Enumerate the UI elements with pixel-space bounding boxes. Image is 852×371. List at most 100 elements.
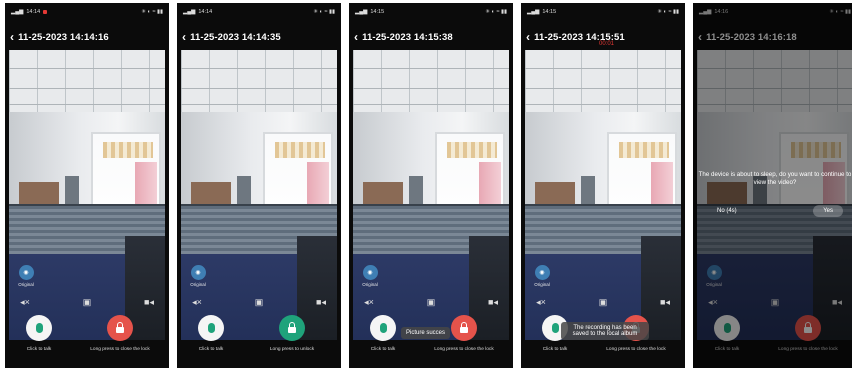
signal-icon: ▂▄▆ [355,9,368,15]
talk-button[interactable] [370,315,396,341]
quality-icon: ◉ [362,265,378,280]
ceiling [525,50,681,112]
lock-label: Long press to unlock [269,347,315,352]
lock-control[interactable]: Long press to close the lock [75,315,165,352]
lock-label: Long press to close the lock [606,347,666,352]
record-video-icon[interactable]: ■◂ [311,297,331,308]
shelf [535,182,575,204]
quality-icon: ◉ [18,265,34,280]
back-chevron-icon[interactable]: ‹ [182,31,186,43]
lock-control[interactable]: Long press to unlock [247,315,337,352]
quality-icon: ◉ [534,265,550,280]
status-icons: ✳ ◐ ≈ ▮▮ [141,9,163,15]
lock-label: Long press to close the lock [90,347,150,352]
curtain [651,162,673,207]
video-timestamp: 11-25-2023 14:14:16 [18,31,109,43]
cabinet [237,176,251,206]
lock-icon [460,321,468,333]
recording-saved-toast: The recording has been saved to the loca… [561,322,649,340]
dialog-buttons: No (4s) Yes [707,205,843,217]
cabinet [65,176,79,206]
phone-screen-1: ▂▄▆ 14:14 ✳ ◐ ≈ ▮▮ ‹ 11-25-2023 14:14:16 [5,3,169,368]
talk-control[interactable]: Click to talk [5,315,84,352]
original-label: Original [362,282,378,287]
status-icons: ✳ ◐ ≈ ▮▮ [657,9,679,15]
mute-icon[interactable]: ◂× [187,297,207,308]
signal-icon: ▂▄▆ [527,9,540,15]
lock-button[interactable] [451,315,477,341]
header: ‹ 11-25-2023 14:14:16 [5,25,169,49]
shelf [19,182,59,204]
phone-screen-5: ▂▄▆ 14:16 ✳ ◐ ≈ ▮▮ ‹ 11-25-2023 14:16:18 [693,3,852,368]
lock-button[interactable] [279,315,305,341]
back-chevron-icon[interactable]: ‹ [10,31,14,43]
video-timestamp: 11-25-2023 14:14:35 [190,31,281,43]
status-time: 14:15 [370,9,385,15]
screenshot-icon[interactable]: ▣ [77,297,97,308]
status-bar: ▂▄▆ 14:14 ✳ ◐ ≈ ▮▮ [177,3,341,21]
quality-icon: ◉ [190,265,206,280]
mute-icon[interactable]: ◂× [15,297,35,308]
shelf [363,182,403,204]
status-bar: ▂▄▆ 14:15 ✳ ◐ ≈ ▮▮ [521,3,685,21]
original-quality-button[interactable]: ◉ Original [15,265,37,287]
mute-icon[interactable]: ◂× [531,297,551,308]
video-timestamp: 11-25-2023 14:15:38 [362,31,453,43]
header: ‹ 11-25-2023 14:14:35 [177,25,341,49]
mute-icon[interactable]: ◂× [359,297,379,308]
dialog-no-button[interactable]: No (4s) [707,205,747,217]
signal-icon: ▂▄▆ [11,9,24,15]
original-label: Original [190,282,206,287]
dialog-yes-button[interactable]: Yes [813,205,843,217]
microphone-icon [551,323,559,333]
back-chevron-icon[interactable]: ‹ [526,31,530,43]
status-bar: ▂▄▆ 14:14 ✳ ◐ ≈ ▮▮ [5,3,169,21]
phone-screen-3: ▂▄▆ 14:15 ✳ ◐ ≈ ▮▮ ‹ 11-25-2023 14:15:38 [349,3,513,368]
talk-button[interactable] [26,315,52,341]
ceiling [9,50,165,112]
phone-screen-4: ▂▄▆ 14:15 ✳ ◐ ≈ ▮▮ ‹ 11-25-2023 14:15:51 [521,3,685,368]
talk-label: Click to talk [370,347,396,352]
screenshot-icon[interactable]: ▣ [249,297,269,308]
cabinet [581,176,595,206]
video-toolbar: ◂× ▣ ■◂ [187,293,331,311]
controls: Click to talk Long press to close the lo… [5,315,169,365]
record-video-icon[interactable]: ■◂ [483,297,503,308]
status-icons: ✳ ◐ ≈ ▮▮ [485,9,507,15]
video-toolbar: ◂× ▣ ■◂ [359,293,503,311]
back-chevron-icon[interactable]: ‹ [354,31,358,43]
status-bar: ▂▄▆ 14:15 ✳ ◐ ≈ ▮▮ [349,3,513,21]
talk-label: Click to talk [542,347,568,352]
talk-label: Click to talk [26,347,52,352]
original-label: Original [534,282,550,287]
sleep-dialog-text: The device is about to sleep, do you wan… [698,171,852,186]
record-video-icon[interactable]: ■◂ [139,297,159,308]
lock-label: Long press to close the lock [434,347,494,352]
original-quality-button[interactable]: ◉ Original [531,265,553,287]
header: ‹ 11-25-2023 14:15:38 [349,25,513,49]
video-toolbar: ◂× ▣ ■◂ [531,293,675,311]
talk-control[interactable]: Click to talk [177,315,256,352]
screenshot-icon[interactable]: ▣ [421,297,441,308]
screenshot-icon[interactable]: ▣ [593,297,613,308]
original-quality-button[interactable]: ◉ Original [359,265,381,287]
ceiling [181,50,337,112]
shelf [191,182,231,204]
curtain [307,162,329,207]
lock-button[interactable] [107,315,133,341]
recording-indicator-icon [43,10,48,14]
microphone-icon [207,323,215,333]
video-toolbar: ◂× ▣ ■◂ [15,293,159,311]
curtain [135,162,157,207]
cabinet [409,176,423,206]
phone-screen-2: ▂▄▆ 14:14 ✳ ◐ ≈ ▮▮ ‹ 11-25-2023 14:14:35 [177,3,341,368]
record-video-icon[interactable]: ■◂ [655,297,675,308]
lock-icon [116,321,124,333]
status-time: 14:15 [542,9,557,15]
controls: Click to talk Long press to unlock [177,315,341,365]
status-time: 14:14 [26,9,41,15]
talk-button[interactable] [198,315,224,341]
picture-success-toast: Picture succes [401,327,451,339]
microphone-icon [379,323,387,333]
original-quality-button[interactable]: ◉ Original [187,265,209,287]
